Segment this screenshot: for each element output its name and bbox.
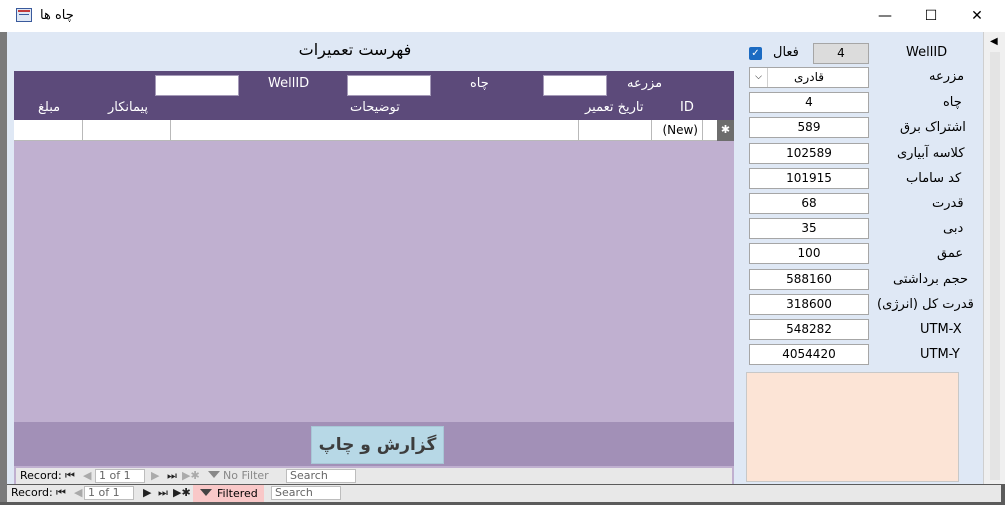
well-filter-label: چاه bbox=[470, 76, 489, 91]
prev-record-icon[interactable]: ◀ bbox=[83, 468, 91, 484]
field-value[interactable]: 35 bbox=[749, 218, 869, 239]
next-record-icon[interactable]: ▶ bbox=[151, 468, 159, 484]
field-label: حجم برداشتی bbox=[893, 272, 969, 287]
repair-date-cell[interactable] bbox=[579, 120, 652, 141]
record-number-input[interactable]: 1 of 1 bbox=[95, 469, 145, 483]
id-cell[interactable]: (New) bbox=[652, 120, 703, 141]
field-value[interactable]: 68 bbox=[749, 193, 869, 214]
column-description[interactable]: توضیحات bbox=[350, 100, 400, 115]
scroll-up-icon[interactable]: ◀ bbox=[990, 36, 998, 47]
record-label: Record: bbox=[20, 469, 62, 482]
active-checkbox[interactable]: ✓ bbox=[749, 47, 762, 60]
scroll-track[interactable] bbox=[990, 52, 1000, 480]
column-repair-date[interactable]: تاریخ تعمیر bbox=[585, 100, 644, 115]
repairs-header: مزرعه چاه WellID ID تاریخ تعمیر توضیحات … bbox=[14, 71, 734, 120]
filter-icon bbox=[208, 471, 220, 478]
field-value[interactable]: 318600 bbox=[749, 294, 869, 315]
field-value[interactable]: 100 bbox=[749, 243, 869, 264]
filtered-toggle[interactable]: Filtered bbox=[193, 485, 264, 502]
record-number-input[interactable]: 1 of 1 bbox=[84, 486, 134, 500]
field-label: کد ساماب bbox=[906, 171, 962, 186]
field-label: UTM-Y bbox=[920, 347, 960, 362]
column-contractor[interactable]: پیمانکار bbox=[108, 100, 148, 115]
field-value[interactable]: 101915 bbox=[749, 168, 869, 189]
repairs-record-navigator: Record: ⏮ ◀ 1 of 1 ▶ ⏭ ▶✱ No Filter Sear… bbox=[16, 468, 732, 484]
field-value[interactable]: 548282 bbox=[749, 319, 869, 340]
close-button[interactable]: ✕ bbox=[954, 0, 1000, 32]
repairs-footer: گزارش و چاپ bbox=[14, 422, 734, 466]
farm-combobox[interactable]: ⌵ قادری bbox=[749, 67, 869, 88]
first-record-icon[interactable]: ⏮ bbox=[65, 468, 75, 484]
main-search-input[interactable]: Search bbox=[271, 486, 341, 500]
notes-memo[interactable] bbox=[746, 372, 959, 482]
column-id[interactable]: ID bbox=[680, 100, 694, 115]
next-record-icon[interactable]: ▶ bbox=[143, 485, 151, 501]
amount-cell[interactable] bbox=[14, 120, 83, 141]
description-cell[interactable] bbox=[171, 120, 579, 141]
contractor-cell[interactable] bbox=[83, 120, 171, 141]
field-value[interactable]: 102589 bbox=[749, 143, 869, 164]
field-value[interactable]: 589 bbox=[749, 117, 869, 138]
wellid-field[interactable]: 4 bbox=[813, 43, 869, 64]
wellid-label: WellID bbox=[906, 45, 948, 60]
window-title: چاه ها bbox=[40, 8, 74, 23]
record-label: Record: bbox=[11, 486, 53, 499]
filtered-label: Filtered bbox=[217, 487, 258, 500]
field-value[interactable]: 4054420 bbox=[749, 344, 869, 365]
filter-icon bbox=[200, 489, 212, 496]
repairs-title: فهرست تعمیرات bbox=[298, 40, 412, 59]
column-amount[interactable]: مبلغ bbox=[38, 100, 60, 115]
chevron-down-icon[interactable]: ⌵ bbox=[750, 68, 768, 87]
field-label: دبی bbox=[943, 221, 964, 236]
active-label: فعال bbox=[773, 45, 799, 60]
well-filter-input[interactable] bbox=[347, 75, 431, 96]
window-edge bbox=[0, 32, 7, 502]
repairs-subform: مزرعه چاه WellID ID تاریخ تعمیر توضیحات … bbox=[14, 71, 734, 484]
well-label: چاه bbox=[943, 95, 962, 110]
new-record-icon[interactable]: ▶✱ bbox=[182, 468, 200, 484]
farm-filter-input[interactable] bbox=[543, 75, 607, 96]
field-label: قدرت کل (انرژی) bbox=[877, 297, 974, 312]
maximize-button[interactable]: ☐ bbox=[908, 0, 954, 32]
new-record-icon[interactable]: ▶✱ bbox=[173, 485, 191, 501]
wellid-filter-input[interactable] bbox=[155, 75, 239, 96]
repairs-search-input[interactable]: Search bbox=[286, 469, 356, 483]
farm-value: قادری bbox=[794, 70, 824, 84]
form-icon bbox=[16, 8, 32, 22]
last-record-icon[interactable]: ⏭ bbox=[167, 468, 177, 484]
first-record-icon[interactable]: ⏮ bbox=[56, 485, 66, 501]
last-record-icon[interactable]: ⏭ bbox=[158, 485, 168, 501]
field-label: عمق bbox=[937, 246, 964, 261]
main-record-navigator: Record: ⏮ ◀ 1 of 1 ▶ ⏭ ▶✱ Filtered Searc… bbox=[7, 485, 1001, 502]
no-filter-label: No Filter bbox=[223, 469, 269, 482]
farm-label: مزرعه bbox=[929, 69, 965, 84]
minimize-button[interactable]: — bbox=[862, 0, 908, 32]
field-label: کلاسه آبیاری bbox=[897, 146, 965, 161]
field-label: UTM-X bbox=[920, 322, 962, 337]
table-row-new[interactable]: (New) ✱ bbox=[14, 120, 734, 141]
report-print-button[interactable]: گزارش و چاپ bbox=[311, 426, 444, 464]
new-record-selector[interactable]: ✱ bbox=[717, 120, 734, 141]
prev-record-icon[interactable]: ◀ bbox=[74, 485, 82, 501]
well-field[interactable]: 4 bbox=[749, 92, 869, 113]
title-bar: چاه ها — ☐ ✕ bbox=[0, 0, 1005, 32]
wellid-filter-label: WellID bbox=[268, 76, 310, 91]
field-value[interactable]: 588160 bbox=[749, 269, 869, 290]
access-window: چاه ها — ☐ ✕ ◀ فهرست تعمیرات مزرعه چاه W… bbox=[0, 0, 1005, 505]
field-label: قدرت bbox=[932, 196, 964, 211]
no-filter-button[interactable]: No Filter bbox=[205, 468, 269, 484]
farm-filter-label: مزرعه bbox=[627, 76, 663, 91]
field-label: اشتراک برق bbox=[900, 120, 966, 135]
vertical-scrollbar[interactable]: ◀ bbox=[983, 32, 1005, 484]
